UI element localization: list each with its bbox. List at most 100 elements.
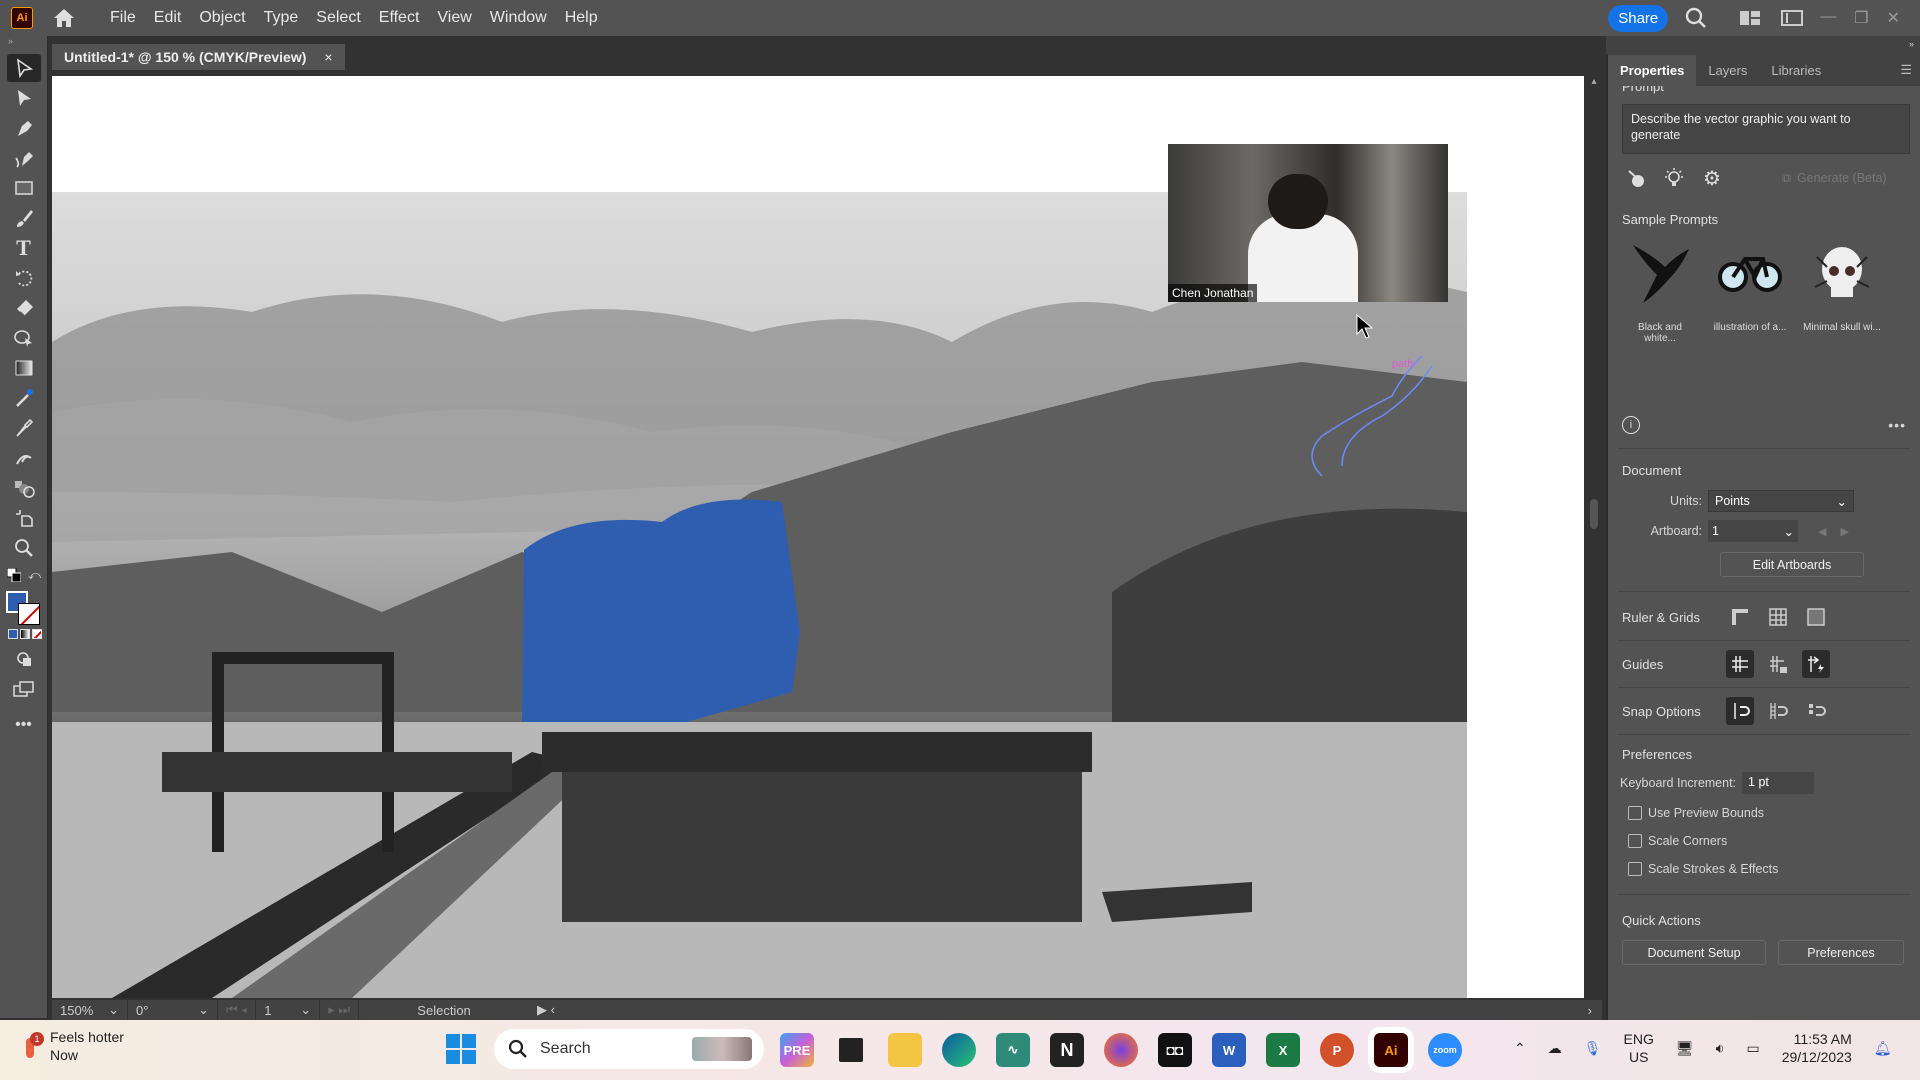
effects-lightbulb-icon[interactable] — [1660, 164, 1688, 192]
taskbar-dolby[interactable]: ◘◘ — [1158, 1033, 1192, 1067]
eraser-tool[interactable] — [7, 294, 41, 322]
sample-prompt-bird[interactable]: Black and white... — [1622, 237, 1698, 344]
microphone-icon[interactable]: 🎙︎ — [1584, 1040, 1602, 1057]
swap-colors-icon[interactable]: ⤺ — [28, 568, 41, 587]
tab-libraries[interactable]: Libraries — [1759, 55, 1833, 86]
rotation-field[interactable]: 0° ⌄ — [128, 1000, 218, 1020]
document-tab[interactable]: Untitled-1* @ 150 % (CMYK/Preview) × — [52, 44, 345, 70]
stroke-color-swatch[interactable] — [18, 603, 40, 625]
taskbar-task-view[interactable] — [839, 1038, 863, 1062]
notification-bell-icon[interactable]: 🔔︎ — [1874, 1040, 1892, 1057]
curvature-tool[interactable] — [7, 144, 41, 172]
share-button[interactable]: Share — [1608, 4, 1669, 32]
menu-object[interactable]: Object — [190, 9, 254, 27]
taskbar-zoom[interactable]: zoom — [1428, 1033, 1462, 1067]
lock-guides-icon[interactable] — [1764, 650, 1792, 678]
units-dropdown[interactable]: Points ⌄ — [1708, 490, 1854, 512]
draw-mode-icon[interactable] — [7, 645, 41, 673]
collapse-toolbar-icon[interactable]: » — [0, 36, 47, 52]
snap-to-grid-icon[interactable] — [1764, 697, 1792, 725]
previous-artboard-icon[interactable]: ◀ — [1818, 525, 1826, 538]
rulers-icon[interactable] — [1726, 603, 1754, 631]
direct-selection-tool[interactable] — [7, 84, 41, 112]
taskbar-copilot[interactable]: PRE — [780, 1033, 814, 1067]
last-artboard-button[interactable]: ▸ ⏭ — [320, 1000, 360, 1020]
taskbar-search-box[interactable]: Search — [494, 1029, 764, 1069]
style-picker-icon[interactable] — [1622, 164, 1650, 192]
edit-artboards-button[interactable]: Edit Artboards — [1720, 552, 1864, 577]
gradient-tool[interactable] — [7, 354, 41, 382]
show-hidden-icons-button[interactable]: ⌃ — [1514, 1040, 1526, 1057]
blend-tool[interactable] — [7, 474, 41, 502]
first-artboard-button[interactable]: ⏮ ◂ — [218, 1000, 257, 1020]
arrange-documents-icon[interactable] — [1736, 4, 1764, 32]
taskbar-edge[interactable] — [942, 1033, 976, 1067]
none-mode-icon[interactable] — [32, 629, 42, 639]
checkbox-box[interactable] — [1628, 806, 1642, 820]
restore-button[interactable]: ❐ — [1854, 8, 1868, 28]
taskbar-sway[interactable]: ∿ — [996, 1033, 1030, 1067]
transparency-grid-icon[interactable] — [1802, 603, 1830, 631]
snap-to-point-icon[interactable] — [1726, 697, 1754, 725]
artboard-tool[interactable] — [7, 504, 41, 532]
volume-icon[interactable]: 🔉︎ — [1716, 1040, 1725, 1057]
color-mode-icon[interactable] — [8, 629, 18, 639]
battery-icon[interactable]: ▭ — [1746, 1040, 1759, 1057]
document-setup-button[interactable]: Document Setup — [1622, 940, 1766, 965]
menu-select[interactable]: Select — [307, 9, 369, 27]
language-indicator[interactable]: ENG US — [1624, 1030, 1654, 1066]
menu-window[interactable]: Window — [481, 9, 556, 27]
menu-type[interactable]: Type — [255, 9, 308, 27]
pen-tool[interactable] — [7, 114, 41, 142]
taskbar-excel[interactable]: X — [1266, 1033, 1300, 1067]
rotate-tool[interactable] — [7, 264, 41, 292]
collapse-panels-icon[interactable]: » — [1909, 39, 1914, 49]
show-guides-icon[interactable] — [1726, 650, 1754, 678]
checkbox-box[interactable] — [1628, 834, 1642, 848]
panel-menu-icon[interactable]: ☰ — [1892, 54, 1920, 86]
paintbrush-tool[interactable] — [7, 204, 41, 232]
taskbar-notion[interactable]: N — [1050, 1033, 1084, 1067]
eyedropper-tool[interactable] — [7, 414, 41, 442]
taskbar-firefox[interactable] — [1104, 1033, 1138, 1067]
shape-builder-tool[interactable] — [7, 324, 41, 352]
rectangle-tool[interactable] — [7, 174, 41, 202]
selection-tool[interactable] — [6, 54, 41, 82]
home-icon[interactable] — [51, 7, 77, 29]
taskbar-illustrator[interactable]: Ai — [1374, 1033, 1408, 1067]
scale-strokes-effects-checkbox[interactable]: Scale Strokes & Effects — [1628, 862, 1920, 876]
zoom-tool[interactable] — [7, 534, 41, 562]
tab-layers[interactable]: Layers — [1696, 55, 1759, 86]
taskbar-file-explorer[interactable] — [888, 1033, 922, 1067]
menu-help[interactable]: Help — [556, 9, 607, 27]
grid-icon[interactable] — [1764, 603, 1792, 631]
use-preview-bounds-checkbox[interactable]: Use Preview Bounds — [1628, 806, 1920, 820]
taskbar-powerpoint[interactable]: P — [1320, 1033, 1354, 1067]
minimize-button[interactable]: — — [1820, 8, 1836, 28]
keyboard-increment-input[interactable]: 1 pt — [1742, 772, 1815, 794]
search-icon[interactable] — [1682, 4, 1710, 32]
more-options-icon[interactable]: ••• — [1888, 417, 1906, 433]
menu-file[interactable]: File — [101, 9, 145, 27]
preferences-button[interactable]: Preferences — [1778, 940, 1904, 965]
zoom-level-field[interactable]: 150% ⌄ — [52, 1000, 128, 1020]
checkbox-box[interactable] — [1628, 862, 1642, 876]
retype-tool[interactable] — [7, 384, 41, 412]
gradient-mode-icon[interactable] — [20, 629, 30, 639]
puppet-warp-tool[interactable] — [7, 444, 41, 472]
artboard-dropdown[interactable]: 1 ⌄ — [1708, 520, 1798, 542]
network-icon[interactable]: 🖥︎ — [1676, 1040, 1694, 1057]
tab-properties[interactable]: Properties — [1608, 55, 1697, 86]
edit-toolbar-icon[interactable]: ••• — [7, 711, 41, 739]
menu-view[interactable]: View — [428, 9, 480, 27]
taskbar-word[interactable]: W — [1212, 1033, 1246, 1067]
default-colors-icon[interactable] — [6, 567, 22, 587]
info-icon[interactable]: i — [1622, 416, 1640, 434]
clock[interactable]: 11:53 AM 29/12/2023 — [1782, 1030, 1852, 1066]
weather-widget[interactable]: 1 Feels hotter Now — [22, 1028, 124, 1064]
workspace-icon[interactable] — [1778, 4, 1806, 32]
settings-gear-icon[interactable]: ⚙ — [1698, 164, 1726, 192]
onedrive-icon[interactable]: ☁ — [1548, 1040, 1562, 1057]
smart-guides-icon[interactable] — [1802, 650, 1830, 678]
scale-corners-checkbox[interactable]: Scale Corners — [1628, 834, 1920, 848]
